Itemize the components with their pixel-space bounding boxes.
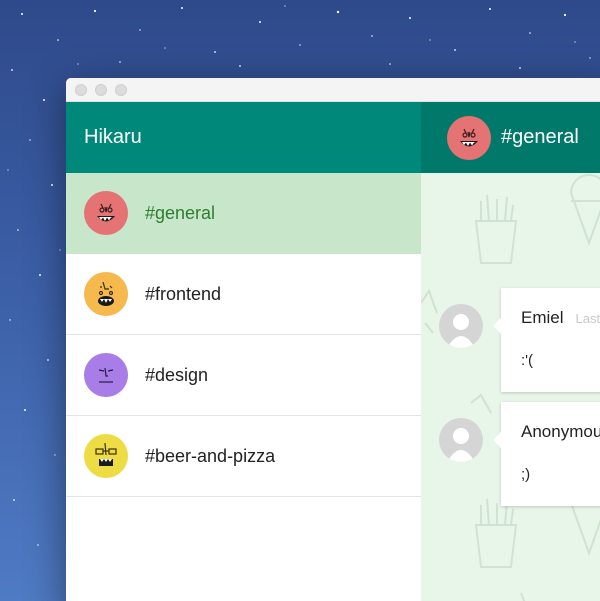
message-author-line: Anonymous — [521, 422, 600, 442]
message-author: Emiel — [521, 308, 564, 327]
user-name: Hikaru — [84, 126, 142, 148]
yellow-monster-avatar-icon — [84, 434, 128, 478]
message-bubble: Anonymous ;) — [493, 402, 600, 506]
window-zoom-button[interactable] — [115, 83, 127, 96]
channel-name: #design — [145, 364, 209, 385]
message-author: Anonymous — [521, 422, 600, 441]
red-monster-avatar-icon — [84, 191, 128, 235]
window-titlebar — [66, 78, 600, 102]
message-bubble: Emiel Last :'( — [493, 288, 600, 392]
red-monster-avatar-icon — [447, 115, 491, 160]
orange-monster-avatar-icon — [84, 272, 128, 316]
user-placeholder-icon — [439, 418, 483, 462]
message-author-line: Emiel Last — [521, 308, 600, 328]
chat-channel-title: #general — [501, 126, 579, 148]
message-text: :'( — [521, 352, 534, 369]
message-text: ;) — [521, 466, 531, 483]
app-window: Hikaru #general #frontend #design #beer-… — [66, 78, 600, 601]
channel-name: #general — [145, 202, 216, 223]
channel-name: #beer-and-pizza — [145, 445, 276, 466]
chat-header: #general — [421, 102, 600, 173]
channel-item-design[interactable]: #design — [66, 335, 421, 416]
purple-monster-avatar-icon — [84, 353, 128, 397]
sidebar-header: Hikaru — [66, 102, 421, 173]
channel-item-beer-and-pizza[interactable]: #beer-and-pizza — [66, 416, 421, 497]
channel-sidebar: Hikaru #general #frontend #design #beer-… — [66, 102, 421, 601]
window-close-button[interactable] — [75, 83, 87, 96]
message-timestamp: Last — [575, 311, 600, 326]
channel-item-general[interactable]: #general — [66, 173, 421, 254]
window-minimize-button[interactable] — [95, 83, 107, 96]
chat-panel: #general Emiel Last:'(Anonymou ;) — [421, 102, 600, 601]
channel-name: #frontend — [145, 283, 222, 304]
channel-item-frontend[interactable]: #frontend — [66, 254, 421, 335]
user-placeholder-icon — [439, 304, 483, 348]
